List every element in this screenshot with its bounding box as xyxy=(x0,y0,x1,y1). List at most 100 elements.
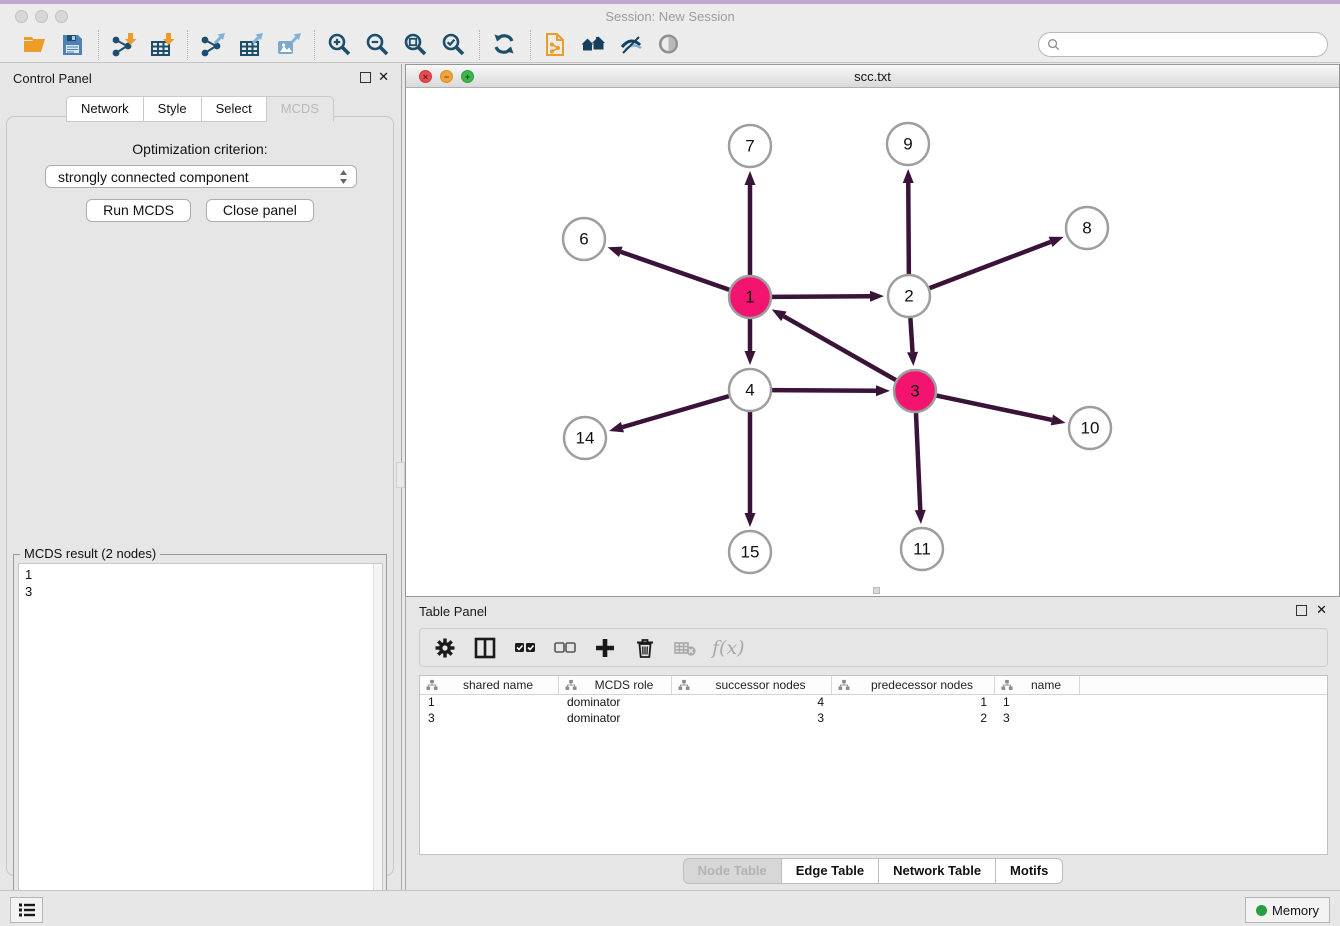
tab-network[interactable]: Network xyxy=(66,96,144,122)
graph-node-6[interactable]: 6 xyxy=(563,218,605,260)
graph-node-15[interactable]: 15 xyxy=(729,531,771,573)
zoom-selected-button[interactable] xyxy=(439,30,469,60)
column-header-predecessor-nodes[interactable]: predecessor nodes xyxy=(832,676,995,694)
table-cell[interactable]: 1 xyxy=(995,695,1080,711)
edge-arrow-3-11 xyxy=(915,510,926,524)
memory-status-icon xyxy=(1256,905,1267,916)
table-cell[interactable]: 1 xyxy=(420,695,559,711)
graph-node-7[interactable]: 7 xyxy=(729,125,771,167)
import-table-icon xyxy=(149,32,175,58)
table-cell[interactable]: 3 xyxy=(995,711,1080,727)
export-image-button[interactable] xyxy=(274,30,304,60)
graphics-details-button[interactable] xyxy=(617,30,647,60)
zoom-selected-icon xyxy=(441,32,467,58)
divider-grip[interactable] xyxy=(396,462,405,488)
edge-2-9[interactable] xyxy=(908,183,909,274)
table-close-icon[interactable]: ✕ xyxy=(1316,602,1327,618)
zoom-fit-button[interactable] xyxy=(401,30,431,60)
task-history-button[interactable] xyxy=(10,897,43,923)
column-header-MCDS-role[interactable]: MCDS role xyxy=(559,676,672,694)
graph-node-8[interactable]: 8 xyxy=(1066,207,1108,249)
split-panel-button[interactable] xyxy=(472,635,498,661)
select-all-button[interactable] xyxy=(512,635,538,661)
graph-node-2[interactable]: 2 xyxy=(888,275,930,317)
import-network-button[interactable] xyxy=(109,30,139,60)
column-header-name[interactable]: name xyxy=(995,676,1080,694)
mcds-result-text[interactable]: 1 3 xyxy=(18,563,383,922)
graph-node-11[interactable]: 11 xyxy=(901,528,943,570)
edge-4-3[interactable] xyxy=(772,390,876,391)
tab-style[interactable]: Style xyxy=(144,96,202,122)
edge-2-3[interactable] xyxy=(910,318,912,352)
network-from-file-button[interactable] xyxy=(541,30,571,60)
graph-node-3[interactable]: 3 xyxy=(894,370,936,412)
edge-2-8[interactable] xyxy=(930,242,1051,288)
close-panel-button[interactable]: Close panel xyxy=(206,199,314,222)
network-bottom-grip[interactable] xyxy=(873,587,880,594)
table-float-icon[interactable] xyxy=(1296,605,1307,616)
result-scrollbar[interactable] xyxy=(373,564,382,921)
column-header-shared-name[interactable]: shared name xyxy=(420,676,559,694)
memory-button[interactable]: Memory xyxy=(1245,897,1330,923)
table-row[interactable]: 3dominator323 xyxy=(420,711,1327,727)
table-panel-header: Table Panel ✕ xyxy=(406,597,1340,625)
network-window-titlebar[interactable]: × − + scc.txt xyxy=(406,65,1339,88)
home-button[interactable] xyxy=(579,30,609,60)
table-cell[interactable]: 4 xyxy=(672,695,832,711)
graph-node-4[interactable]: 4 xyxy=(729,369,771,411)
node-table[interactable]: shared nameMCDS rolesuccessor nodesprede… xyxy=(419,675,1328,855)
visibility-button[interactable] xyxy=(655,30,685,60)
export-table-icon xyxy=(238,32,264,58)
open-session-button[interactable] xyxy=(20,30,50,60)
tab-select[interactable]: Select xyxy=(202,96,267,122)
zoom-in-button[interactable] xyxy=(325,30,355,60)
export-table-button[interactable] xyxy=(236,30,266,60)
export-image-icon xyxy=(276,32,302,58)
float-panel-icon[interactable] xyxy=(360,72,371,83)
table-cell[interactable]: 3 xyxy=(420,711,559,727)
table-cell[interactable]: 3 xyxy=(672,711,832,727)
titlebar: Session: New Session xyxy=(0,4,1340,28)
tab-node-table[interactable]: Node Table xyxy=(683,858,782,884)
zoom-out-button[interactable] xyxy=(363,30,393,60)
control-panel-header: Control Panel ✕ xyxy=(0,64,400,92)
import-table-button[interactable] xyxy=(147,30,177,60)
graph-node-1[interactable]: 1 xyxy=(729,276,771,318)
network-canvas[interactable]: 7 9 6 8 1 2 4 3 14 10 15 11 xyxy=(406,89,1339,592)
save-session-icon xyxy=(60,32,86,58)
edge-3-11[interactable] xyxy=(916,413,920,510)
graph-node-10[interactable]: 10 xyxy=(1069,407,1111,449)
export-network-button[interactable] xyxy=(198,30,228,60)
table-cell[interactable]: 1 xyxy=(832,695,995,711)
table-settings-button[interactable] xyxy=(432,635,458,661)
run-mcds-button[interactable]: Run MCDS xyxy=(86,199,191,222)
search-input[interactable] xyxy=(1064,37,1327,52)
graph-node-14[interactable]: 14 xyxy=(564,417,606,459)
tab-network-table[interactable]: Network Table xyxy=(879,858,996,884)
delete-row-button[interactable] xyxy=(632,635,658,661)
svg-text:6: 6 xyxy=(579,230,588,249)
add-row-button[interactable] xyxy=(592,635,618,661)
tab-edge-table[interactable]: Edge Table xyxy=(782,858,879,884)
refresh-network-button[interactable] xyxy=(490,30,520,60)
tab-mcds[interactable]: MCDS xyxy=(267,96,334,122)
table-cell[interactable]: 2 xyxy=(832,711,995,727)
graph-node-9[interactable]: 9 xyxy=(887,123,929,165)
save-session-button[interactable] xyxy=(58,30,88,60)
deselect-all-button[interactable] xyxy=(552,635,578,661)
criterion-dropdown[interactable]: strongly connected component xyxy=(45,165,357,188)
edge-3-10[interactable] xyxy=(937,396,1052,420)
edge-1-2[interactable] xyxy=(772,296,870,297)
edge-arrow-2-9 xyxy=(903,169,914,183)
column-header-successor-nodes[interactable]: successor nodes xyxy=(672,676,832,694)
close-panel-icon[interactable]: ✕ xyxy=(378,69,389,85)
edge-3-1[interactable] xyxy=(784,316,896,380)
split-panel-icon xyxy=(474,637,496,659)
table-cell[interactable]: dominator xyxy=(559,711,672,727)
search-box[interactable] xyxy=(1038,32,1328,57)
tab-motifs[interactable]: Motifs xyxy=(996,858,1063,884)
table-cell[interactable]: dominator xyxy=(559,695,672,711)
table-row[interactable]: 1dominator411 xyxy=(420,695,1327,711)
edge-4-14[interactable] xyxy=(622,396,728,427)
edge-1-6[interactable] xyxy=(621,252,729,290)
